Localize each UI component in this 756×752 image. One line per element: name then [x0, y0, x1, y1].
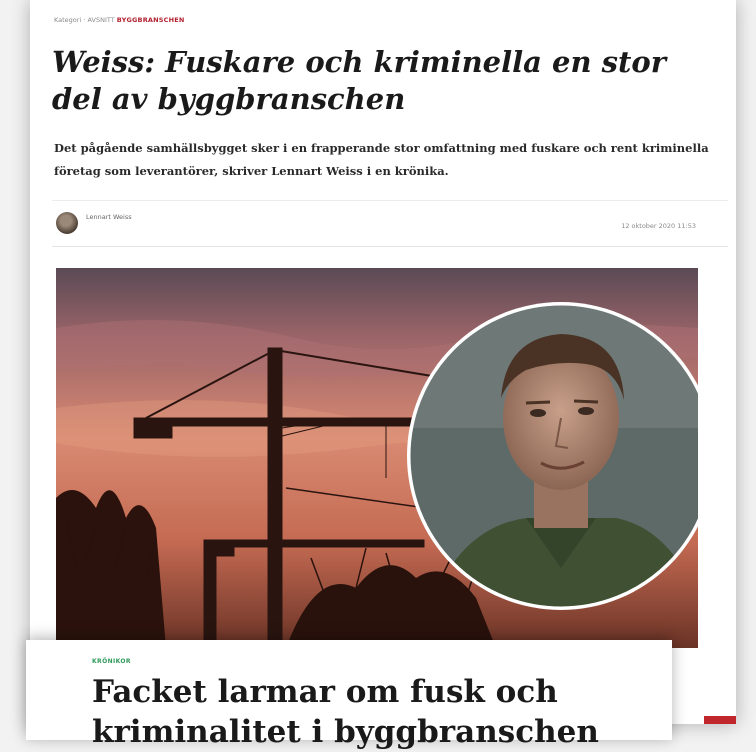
breadcrumb-section[interactable]: AVSNITT	[87, 16, 114, 24]
crane-sunset-photo	[56, 268, 698, 648]
divider	[52, 246, 728, 247]
article-clipping-front: KRÖNIKOR Facket larmar om fusk och krimi…	[26, 640, 672, 750]
article-headline: Weiss: Fuskare och kriminella en stor de…	[52, 45, 667, 116]
divider	[52, 200, 728, 201]
red-accent-edge	[704, 716, 736, 724]
article-lede: Det pågående samhällsbygget sker i en fr…	[54, 141, 709, 178]
publish-date: 12 oktober 2020 11:53	[621, 222, 696, 230]
breadcrumb: Kategori · AVSNITT BYGGBRANSCHEN	[54, 16, 185, 24]
author-avatar[interactable]	[56, 212, 78, 234]
article-headline: Facket larmar om fusk och kriminalitet i…	[92, 674, 599, 750]
article-hero-image	[56, 268, 698, 648]
section-tag[interactable]: KRÖNIKOR	[92, 658, 131, 665]
author-name[interactable]: Lennart Weiss	[86, 213, 146, 222]
article-clipping-back: Kategori · AVSNITT BYGGBRANSCHEN Weiss: …	[30, 0, 736, 724]
breadcrumb-prefix[interactable]: Kategori	[54, 16, 81, 24]
breadcrumb-tag[interactable]: BYGGBRANSCHEN	[117, 16, 185, 24]
